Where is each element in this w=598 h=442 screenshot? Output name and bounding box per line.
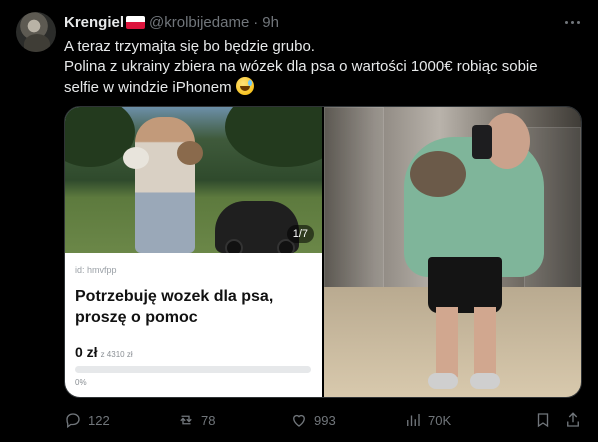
elevator-selfie-image[interactable] bbox=[324, 107, 581, 397]
tweet-text-line: A teraz trzymajta się bo będzie grubo. bbox=[64, 38, 315, 55]
separator: · bbox=[253, 13, 259, 31]
reply-button[interactable]: 122 bbox=[64, 410, 110, 430]
avatar[interactable] bbox=[16, 12, 56, 52]
tweet-text-line: selfie w windzie iPhonem bbox=[64, 77, 584, 98]
tweet-text: A teraz trzymajta się bo będzie grubo. P… bbox=[64, 37, 584, 98]
fundraiser-id: id: hmvfpp bbox=[75, 265, 117, 275]
amount-raised: 0 zł z 4310 zł bbox=[75, 344, 133, 360]
like-count: 993 bbox=[314, 412, 336, 428]
fundraiser-title: Potrzebuję wozek dla psa, proszę o pomoc bbox=[75, 288, 274, 326]
progress-bar bbox=[75, 366, 311, 373]
reply-icon bbox=[66, 413, 80, 429]
views-count: 70K bbox=[428, 412, 452, 428]
poland-flag-icon bbox=[126, 15, 146, 29]
fundraiser-card-image[interactable]: 1/7 id: hmvfpp Potrzebuję wozek dla psa,… bbox=[65, 107, 322, 397]
more-icon[interactable] bbox=[562, 12, 582, 32]
display-name[interactable]: Krengiel bbox=[64, 14, 124, 31]
views-icon bbox=[407, 414, 420, 426]
share-icon bbox=[567, 412, 579, 427]
retweet-icon bbox=[180, 415, 192, 425]
tweet-header: Krengiel @krolbijedame · 9h bbox=[64, 13, 279, 31]
sweat-smile-emoji bbox=[235, 77, 254, 95]
raised-value: 0 zł bbox=[75, 344, 98, 360]
park-photo: 1/7 bbox=[65, 107, 322, 253]
bookmark-icon bbox=[537, 413, 549, 428]
progress-percent: 0% bbox=[75, 378, 87, 387]
retweet-button[interactable]: 78 bbox=[177, 410, 215, 430]
media-grid: 1/7 id: hmvfpp Potrzebuję wozek dla psa,… bbox=[64, 106, 582, 398]
tweet-text-line: Polina z ukrainy zbiera na wózek dla psa… bbox=[64, 58, 538, 75]
action-bar: 122 78 993 70K bbox=[64, 410, 582, 430]
like-button[interactable]: 993 bbox=[290, 410, 336, 430]
tweet-text-line-content: selfie w windzie iPhonem bbox=[64, 79, 232, 96]
share-button[interactable] bbox=[564, 410, 588, 430]
goal-value: z 4310 zł bbox=[100, 350, 133, 359]
like-icon bbox=[293, 414, 305, 427]
views-button[interactable]: 70K bbox=[404, 410, 451, 430]
image-counter: 1/7 bbox=[286, 225, 314, 243]
reply-count: 122 bbox=[88, 412, 110, 428]
bookmark-button[interactable] bbox=[534, 410, 558, 430]
handle[interactable]: @krolbijedame bbox=[149, 14, 249, 31]
timestamp[interactable]: 9h bbox=[262, 14, 279, 31]
retweet-count: 78 bbox=[201, 412, 216, 428]
phone bbox=[472, 125, 492, 159]
